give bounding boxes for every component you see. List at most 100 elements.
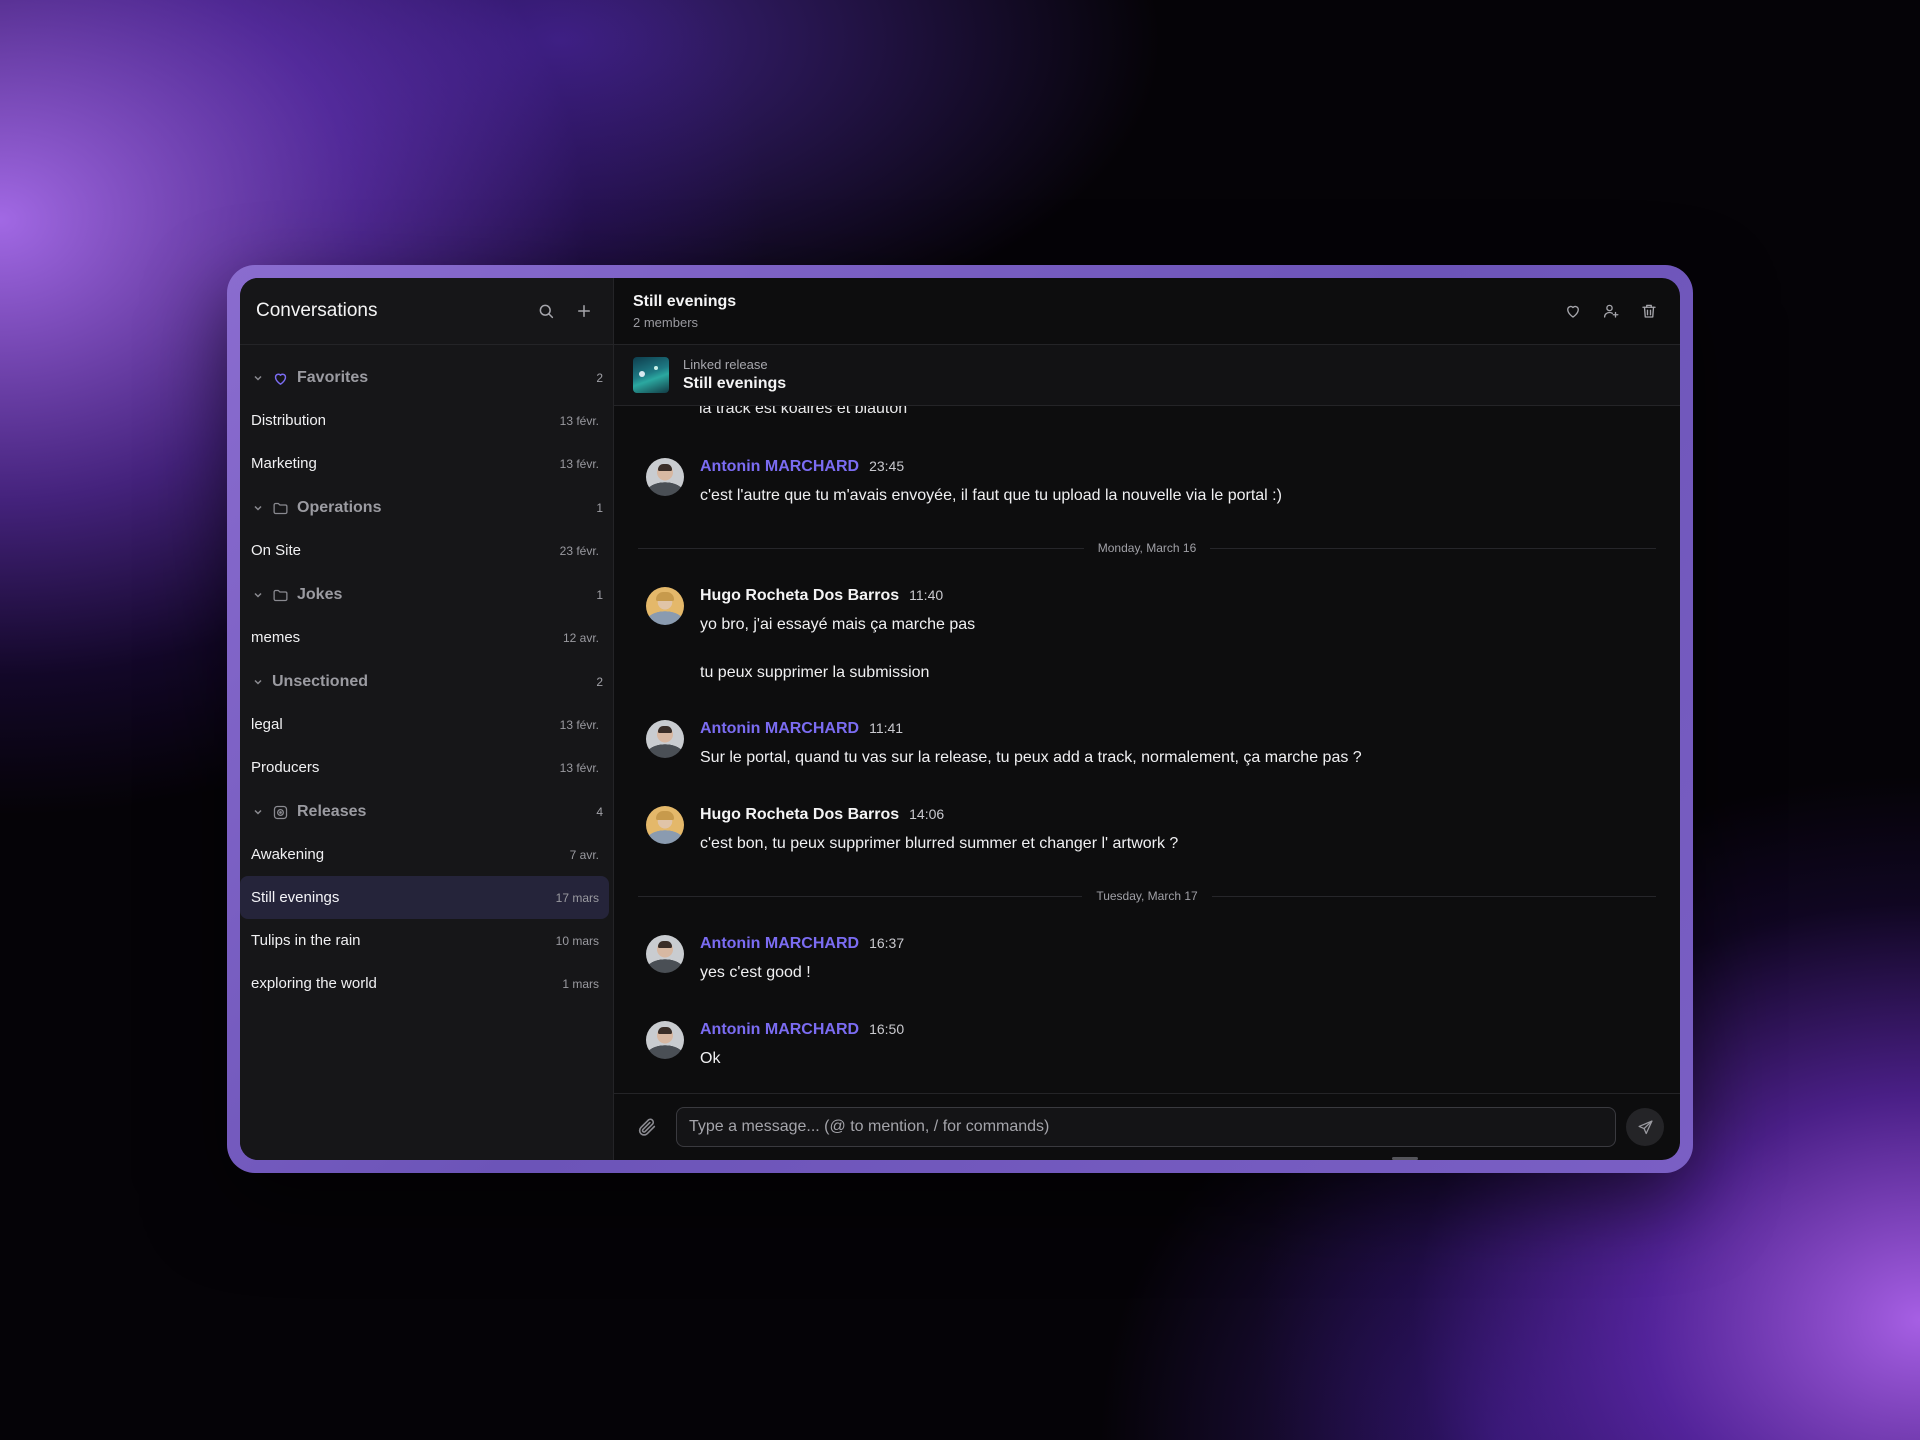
chat-title: Still evenings <box>633 292 737 310</box>
message-text: c'est l'autre que tu m'avais envoyée, il… <box>700 487 1282 504</box>
conversation-date: 10 mars <box>555 933 599 948</box>
message-time: 16:37 <box>869 935 905 951</box>
message-author[interactable]: Antonin MARCHARD <box>700 935 859 953</box>
message-author[interactable]: Antonin MARCHARD <box>700 1021 859 1039</box>
conversation-name: legal <box>251 716 283 733</box>
conversation-item-legal[interactable]: legal 13 févr. <box>240 703 609 746</box>
conversation-name: memes <box>251 629 301 646</box>
sidebar-header: Conversations <box>240 278 613 345</box>
linked-release-bar[interactable]: Linked release Still evenings <box>614 345 1680 406</box>
message-time: 16:50 <box>869 1021 905 1037</box>
avatar <box>646 806 684 844</box>
avatar <box>646 458 684 496</box>
date-divider: Tuesday, March 17 <box>638 888 1657 904</box>
message: Antonin MARCHARD 11:41 Sur le portal, qu… <box>646 720 1660 768</box>
conversation-item-memes[interactable]: memes 12 avr. <box>240 616 609 659</box>
section-operations[interactable]: Operations 1 <box>240 487 613 529</box>
message-text: yo bro, j'ai essayé mais ça marche pas <box>700 616 976 633</box>
section-unsectioned[interactable]: Unsectioned 2 <box>240 661 613 703</box>
conversation-item-on-site[interactable]: On Site 23 févr. <box>240 529 609 572</box>
section-label: Favorites <box>297 369 369 386</box>
member-count: 2 members <box>633 314 699 330</box>
message-author[interactable]: Hugo Rocheta Dos Barros <box>700 806 899 824</box>
message: Antonin MARCHARD 23:45 c'est l'autre que… <box>646 458 1660 506</box>
folder-icon <box>272 500 289 517</box>
chevron-down-icon <box>252 502 264 514</box>
favorite-button[interactable] <box>1560 298 1586 324</box>
heart-icon <box>1567 305 1579 318</box>
avatar <box>646 720 684 758</box>
section-count: 2 <box>596 371 603 385</box>
conversation-date: 7 avr. <box>569 847 599 862</box>
section-label: Operations <box>297 499 382 516</box>
conversation-item-tulips-in-the-rain[interactable]: Tulips in the rain 10 mars <box>240 919 609 962</box>
device-frame: Conversations Favorites 2 Distribution 1… <box>227 265 1693 1173</box>
chevron-down-icon <box>252 676 264 688</box>
folder-icon <box>272 587 289 604</box>
chat-panel: Still evenings 2 members Linked release … <box>614 278 1680 1160</box>
conversation-name: Distribution <box>251 412 327 429</box>
new-conversation-button[interactable] <box>571 298 597 324</box>
date-divider-label: Tuesday, March 17 <box>1096 889 1198 903</box>
message-author[interactable]: Antonin MARCHARD <box>700 720 859 738</box>
conversation-name: Marketing <box>251 455 317 472</box>
message-text: Sur le portal, quand tu vas sur la relea… <box>700 749 1362 766</box>
conversation-list: Favorites 2 Distribution 13 févr. Market… <box>240 345 613 1005</box>
message-text: c'est bon, tu peux supprimer blurred sum… <box>700 835 1179 852</box>
conversation-item-distribution[interactable]: Distribution 13 févr. <box>240 399 609 442</box>
attach-button[interactable] <box>636 1116 658 1138</box>
search-button[interactable] <box>533 298 559 324</box>
avatar <box>646 1021 684 1059</box>
avatar <box>646 587 684 625</box>
release-artwork <box>633 357 669 393</box>
add-member-button[interactable] <box>1598 298 1624 324</box>
section-jokes[interactable]: Jokes 1 <box>240 574 613 616</box>
send-button[interactable] <box>1626 1108 1664 1146</box>
message-text: Ok <box>700 1050 721 1067</box>
message: Hugo Rocheta Dos Barros 11:40 yo bro, j'… <box>646 587 1660 683</box>
paperclip-icon <box>638 1118 656 1136</box>
section-count: 1 <box>596 501 603 515</box>
section-label: Releases <box>297 803 367 820</box>
trash-icon <box>1642 304 1656 318</box>
conversation-date: 1 mars <box>562 976 599 991</box>
conversation-item-exploring-the-world[interactable]: exploring the world 1 mars <box>240 962 609 1005</box>
message-text-partial: la track est koalres et blauton <box>699 406 908 417</box>
conversation-item-marketing[interactable]: Marketing 13 févr. <box>240 442 609 485</box>
conversation-item-still-evenings[interactable]: Still evenings 17 mars <box>240 876 609 919</box>
date-divider-label: Monday, March 16 <box>1097 541 1197 555</box>
user-plus-icon <box>1603 304 1619 318</box>
conversation-date: 13 févr. <box>559 717 599 732</box>
section-releases[interactable]: Releases 4 <box>240 791 613 833</box>
message-input[interactable] <box>676 1107 1616 1147</box>
conversation-name: exploring the world <box>251 975 377 992</box>
message-author[interactable]: Antonin MARCHARD <box>700 458 859 476</box>
message-author[interactable]: Hugo Rocheta Dos Barros <box>700 587 899 605</box>
section-favorites[interactable]: Favorites 2 <box>240 357 613 399</box>
chevron-down-icon <box>252 806 264 818</box>
section-count: 2 <box>596 675 603 689</box>
conversation-item-awakening[interactable]: Awakening 7 avr. <box>240 833 609 876</box>
conversation-date: 13 févr. <box>559 413 599 428</box>
send-icon <box>1637 1119 1653 1134</box>
avatar <box>646 935 684 973</box>
chevron-down-icon <box>252 589 264 601</box>
section-count: 4 <box>596 805 603 819</box>
disc-icon <box>272 804 289 821</box>
chat-header: Still evenings 2 members <box>614 278 1680 345</box>
sidebar: Conversations Favorites 2 Distribution 1… <box>240 278 614 1160</box>
section-count: 1 <box>596 588 603 602</box>
message-time: 11:40 <box>909 587 944 603</box>
app-window: Conversations Favorites 2 Distribution 1… <box>240 278 1680 1160</box>
delete-button[interactable] <box>1636 298 1662 324</box>
conversation-item-producers[interactable]: Producers 13 févr. <box>240 746 609 789</box>
message-time: 11:41 <box>869 720 904 736</box>
conversation-date: 17 mars <box>555 890 599 905</box>
conversation-date: 12 avr. <box>562 630 599 645</box>
message-text: yes c'est good ! <box>700 964 811 981</box>
heart-icon <box>272 370 289 387</box>
conversation-name: Still evenings <box>251 889 340 906</box>
linked-release-label: Linked release <box>683 357 768 372</box>
message-time: 23:45 <box>869 458 905 474</box>
conversation-date: 23 févr. <box>559 543 599 558</box>
